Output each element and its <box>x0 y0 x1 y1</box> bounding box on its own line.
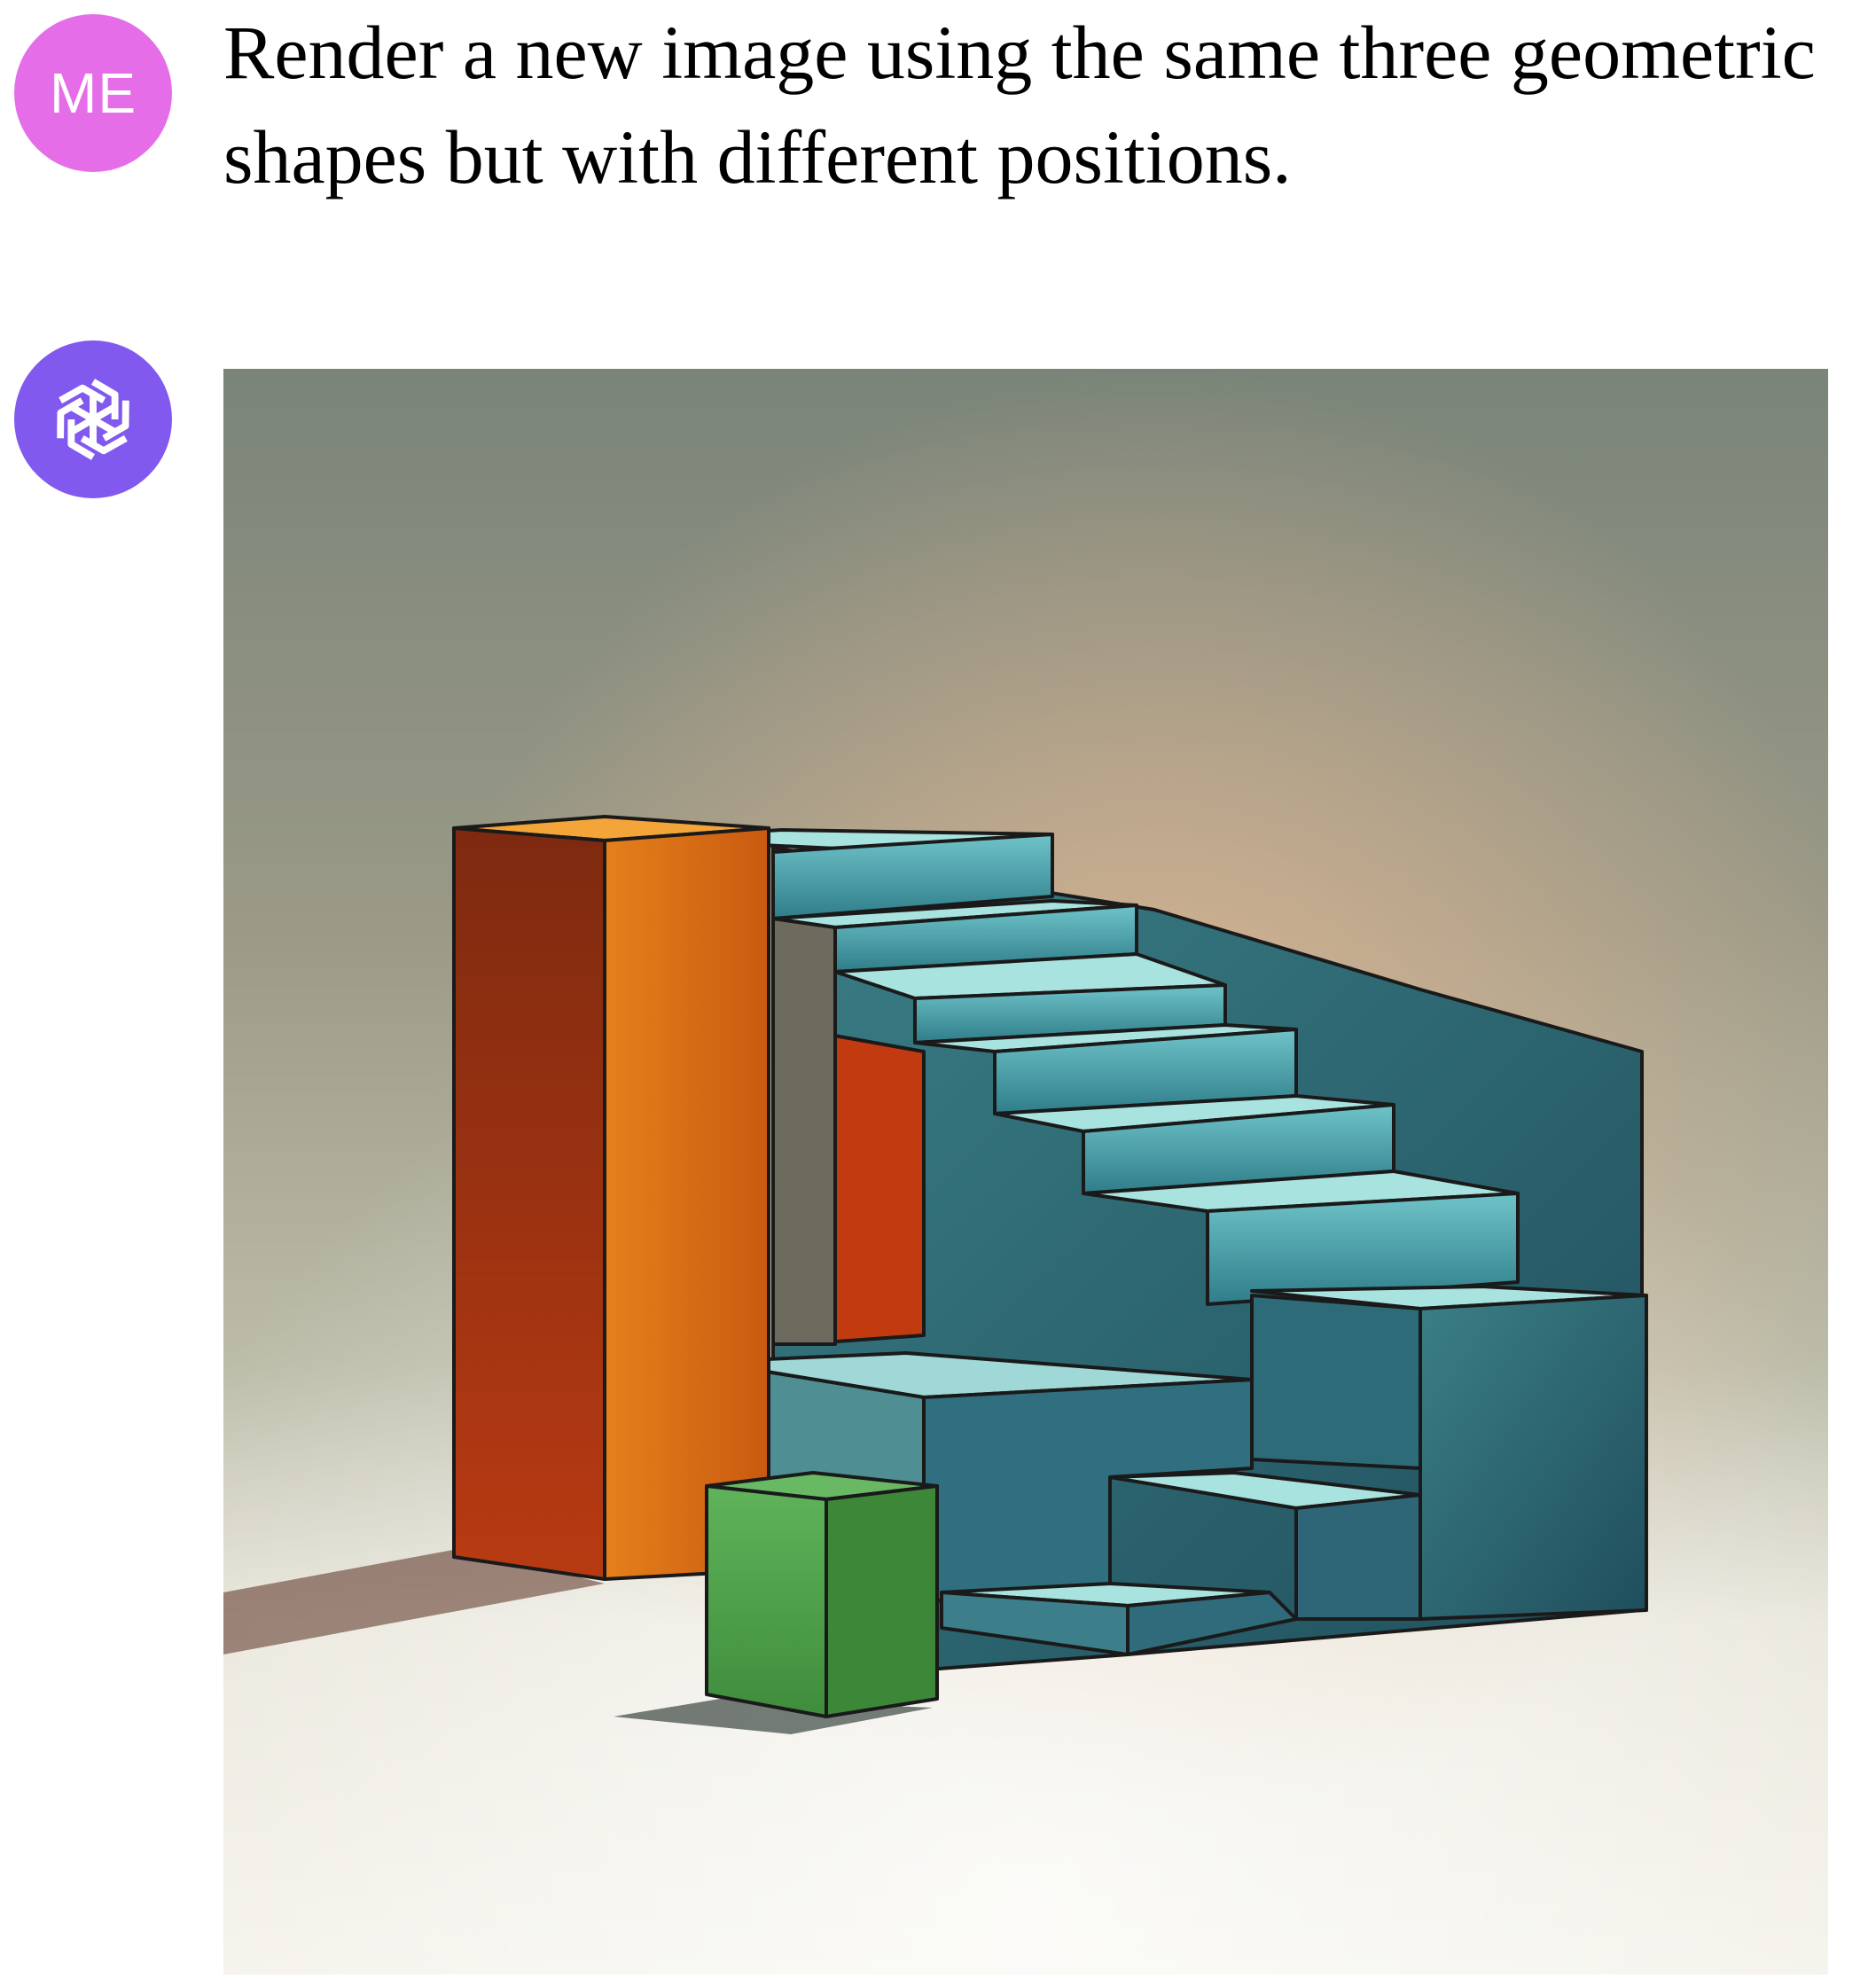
user-prompt-text: Render a new image using the same three … <box>223 10 1816 199</box>
user-avatar: ME <box>14 14 172 172</box>
assistant-avatar <box>14 340 172 498</box>
openai-logo-icon <box>57 379 129 460</box>
user-avatar-label: ME <box>50 61 137 125</box>
generated-image <box>223 369 1828 1975</box>
